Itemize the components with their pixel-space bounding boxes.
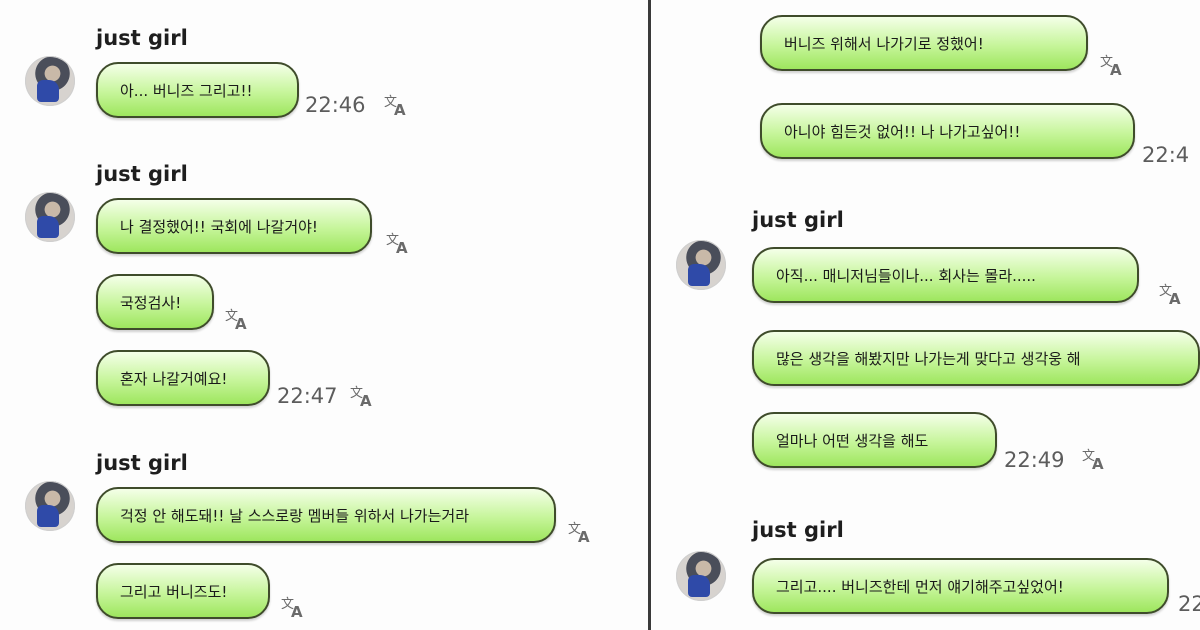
translate-icon[interactable]: 文 A [281, 598, 307, 620]
avatar[interactable] [25, 192, 75, 242]
message-bubble[interactable]: 아직... 매니저님들이나... 회사는 몰라..... [752, 247, 1139, 303]
message-bubble[interactable]: 버니즈 위해서 나가기로 정했어! [760, 15, 1088, 71]
sender-name: just girl [752, 208, 844, 232]
message-bubble[interactable]: 걱정 안 해도돼!! 날 스스로랑 멤버들 위하서 나가는거라 [96, 487, 556, 543]
message-bubble[interactable]: 아니야 힘든것 없어!! 나 나가고싶어!! [760, 103, 1135, 159]
message-bubble[interactable]: 국정검사! [96, 274, 214, 330]
message-time: 22:4 [1142, 143, 1190, 167]
translate-icon[interactable]: 文 A [568, 523, 594, 545]
translate-icon[interactable]: 文 A [1100, 56, 1126, 78]
translate-icon[interactable]: 文 A [225, 310, 251, 332]
sender-name: just girl [96, 162, 188, 186]
sender-name: just girl [96, 451, 188, 475]
avatar[interactable] [25, 56, 75, 106]
translate-icon[interactable]: 文 A [1159, 285, 1185, 307]
translate-icon[interactable]: 文 A [386, 234, 412, 256]
message-time: 22 [1178, 592, 1200, 616]
avatar[interactable] [676, 240, 726, 290]
avatar[interactable] [25, 481, 75, 531]
message-bubble[interactable]: 그리고.... 버니즈한테 먼저 얘기해주고싶었어! [752, 558, 1169, 614]
translate-icon[interactable]: 文 A [384, 96, 410, 118]
message-bubble[interactable]: 나 결정했어!! 국회에 나갈거야! [96, 198, 372, 254]
translate-icon[interactable]: 文 A [1082, 450, 1108, 472]
right-chat-panel: 버니즈 위해서 나가기로 정했어! 文 A 아니야 힘든것 없어!! 나 나가고… [652, 0, 1200, 630]
panel-divider [648, 0, 651, 630]
sender-name: just girl [752, 518, 844, 542]
message-bubble[interactable]: 얼마나 어떤 생각을 해도 [752, 412, 997, 468]
avatar[interactable] [676, 551, 726, 601]
left-chat-panel: just girl 아... 버니즈 그리고!! 22:46 文 A just … [0, 0, 648, 630]
message-bubble[interactable]: 아... 버니즈 그리고!! [96, 62, 299, 118]
message-time: 22:49 [1004, 448, 1065, 472]
sender-name: just girl [96, 26, 188, 50]
message-time: 22:46 [305, 93, 366, 117]
message-bubble[interactable]: 그리고 버니즈도! [96, 563, 270, 619]
message-bubble[interactable]: 많은 생각을 해봤지만 나가는게 맞다고 생각웅 해 [752, 330, 1200, 386]
message-time: 22:47 [277, 384, 338, 408]
message-bubble[interactable]: 혼자 나갈거예요! [96, 350, 270, 406]
translate-icon[interactable]: 文 A [350, 387, 376, 409]
